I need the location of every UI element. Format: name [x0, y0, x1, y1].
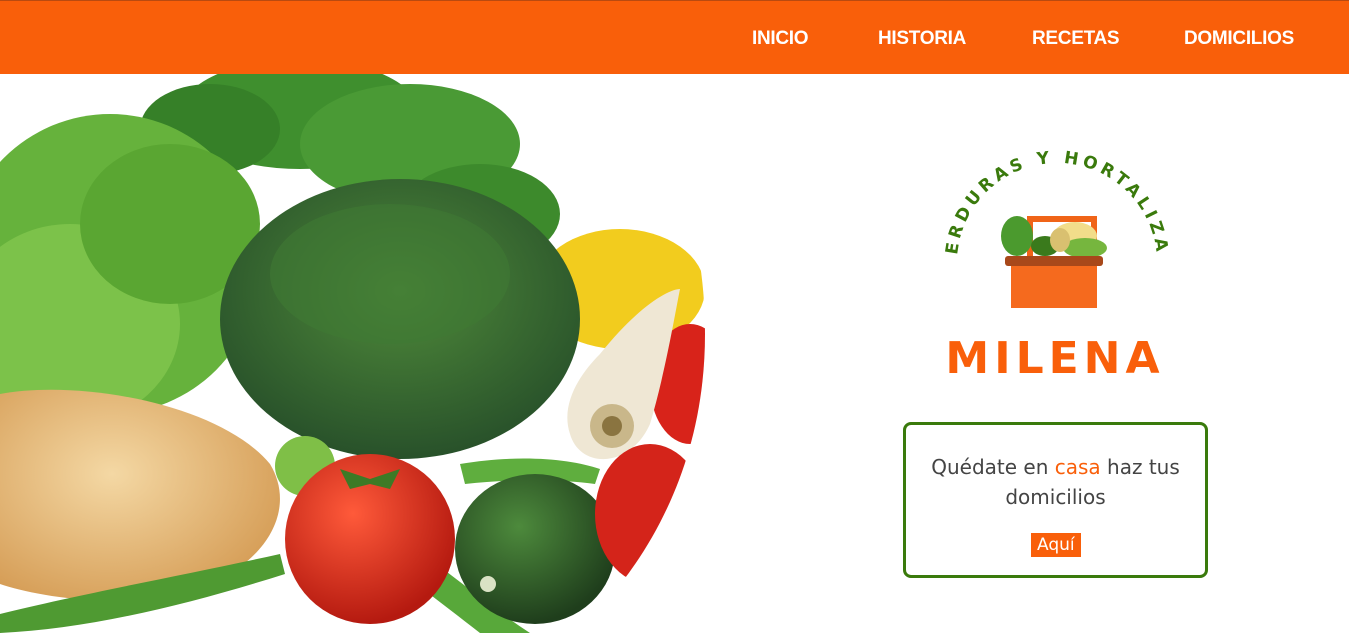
top-navigation-bar: INICIO HISTORIA RECETAS DOMICILIOS: [0, 0, 1349, 74]
brand-name: MILENA: [945, 333, 1165, 384]
nav-link-recetas[interactable]: RECETAS: [1032, 28, 1120, 50]
delivery-cta-card: Quédate en casa haz tus domicilios Aquí: [903, 422, 1208, 578]
hero-vegetables-image: [0, 74, 720, 633]
vegetable-basket-icon: VERDURAS Y HORTALIZAS: [926, 133, 1168, 308]
cta-text-highlight: casa: [1054, 455, 1101, 479]
nav-link-domicilios[interactable]: DOMICILIOS: [1184, 28, 1294, 50]
cta-text-before: Quédate en: [931, 455, 1055, 479]
nav-link-historia[interactable]: HISTORIA: [878, 28, 966, 50]
nav-link-inicio[interactable]: INICIO: [752, 28, 809, 50]
vegetables-illustration: [0, 74, 705, 633]
order-here-button[interactable]: Aquí: [1031, 533, 1081, 557]
cta-message: Quédate en casa haz tus domicilios: [906, 452, 1205, 512]
brand-logo: VERDURAS Y HORTALIZAS: [926, 133, 1175, 328]
